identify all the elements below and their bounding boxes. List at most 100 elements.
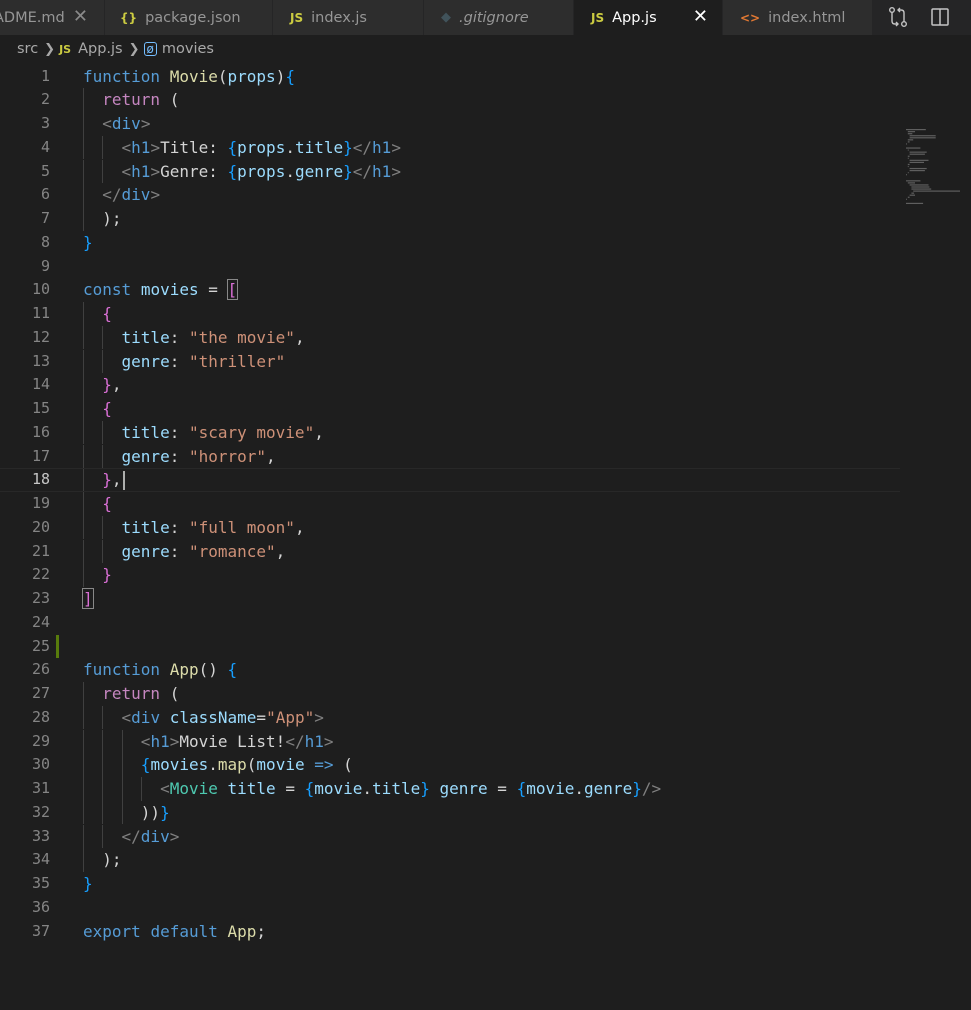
code-line[interactable]: 30 {movies.map(movie => ( xyxy=(0,753,900,777)
code-line[interactable]: 18 }, xyxy=(0,468,900,492)
split-editor-icon[interactable] xyxy=(929,6,951,28)
js-icon: JS xyxy=(59,42,72,56)
code-line[interactable]: 25 xyxy=(0,634,900,659)
code-line[interactable]: 20 title: "full moon", xyxy=(0,515,900,540)
code-text: { xyxy=(102,494,112,513)
code-line[interactable]: 3 <div> xyxy=(0,112,900,136)
code-line[interactable]: 17 genre: "horror", xyxy=(0,444,900,469)
code-line[interactable]: 35} xyxy=(0,872,900,896)
code-line[interactable]: 26 function App() { xyxy=(0,658,900,682)
breadcrumb-file[interactable]: App.js xyxy=(78,41,123,57)
tab-gitignore[interactable]: ◆ .gitignore xyxy=(424,0,574,35)
code-line[interactable]: 31 <Movie title = {movie.title} genre = … xyxy=(0,777,900,801)
code-line[interactable]: 34 ); xyxy=(0,848,900,872)
code-text: return ( xyxy=(102,90,180,110)
tab-app-js[interactable]: JS App.js ✕ xyxy=(574,0,723,35)
code-line[interactable]: 36 xyxy=(0,896,900,920)
code-line[interactable]: 6 </div> xyxy=(0,183,900,207)
code-line[interactable]: 2 return ( xyxy=(0,88,900,112)
code-line[interactable]: 8} xyxy=(0,231,900,255)
tab-label: index.js xyxy=(311,9,367,26)
code-line[interactable]: 22 } xyxy=(0,563,900,587)
code-line[interactable]: 14 }, xyxy=(0,373,900,397)
code-text: } xyxy=(102,565,112,585)
minimap-line xyxy=(907,157,909,159)
minimap-line xyxy=(909,159,929,161)
line-number: 31 xyxy=(31,779,50,797)
code-line[interactable]: 12 title: "the movie", xyxy=(0,325,900,350)
code-line[interactable]: 37 export default App; xyxy=(0,920,900,944)
tab-label: index.html xyxy=(768,9,846,26)
git-icon: ◆ xyxy=(441,10,451,25)
tab-label: package.json xyxy=(145,9,241,26)
line-number: 20 xyxy=(31,517,50,536)
code-line[interactable]: 24 xyxy=(0,611,900,635)
text-cursor xyxy=(122,471,125,491)
source-control-compare-icon[interactable] xyxy=(887,6,909,28)
line-number: 36 xyxy=(31,897,50,916)
minimap-line xyxy=(907,141,910,143)
minimap-line xyxy=(911,192,915,194)
minimap-line xyxy=(913,190,960,192)
code-line[interactable]: 33 </div> xyxy=(0,824,900,849)
close-icon[interactable]: ✕ xyxy=(693,7,708,27)
code-line[interactable]: 19 { xyxy=(0,492,900,516)
git-added-marker xyxy=(56,634,59,659)
code-text: {movies.map(movie => ( xyxy=(140,755,353,775)
chevron-right-icon: ❯ xyxy=(44,41,56,57)
line-number: 29 xyxy=(31,731,50,750)
minimap-line xyxy=(906,202,924,204)
line-number: 32 xyxy=(31,802,50,821)
code-line[interactable]: 23] xyxy=(0,587,900,611)
close-icon[interactable]: ✕ xyxy=(73,7,88,27)
code-text: function Movie(props){ xyxy=(83,66,295,86)
code-line[interactable]: 28 <div className="App"> xyxy=(0,705,900,730)
code-line[interactable]: 4 <h1>Title: {props.title}</h1> xyxy=(0,135,900,160)
code-line[interactable]: 16 title: "scary movie", xyxy=(0,420,900,445)
code-line[interactable]: 9 xyxy=(0,255,900,279)
minimap-line xyxy=(911,188,932,190)
code-line[interactable]: 15 { xyxy=(0,397,900,421)
code-line[interactable]: 32 ))} xyxy=(0,800,900,825)
code-line[interactable]: 27 return ( xyxy=(0,682,900,706)
line-number: 5 xyxy=(40,161,50,180)
code-line[interactable]: 13 genre: "thriller" xyxy=(0,349,900,374)
tab-index-js[interactable]: JS index.js xyxy=(273,0,424,35)
line-number: 8 xyxy=(40,232,50,251)
code-text: title: "full moon", xyxy=(121,517,305,537)
code-line[interactable]: 11 { xyxy=(0,302,900,326)
minimap-line xyxy=(907,133,913,135)
variable-symbol-icon: ø xyxy=(143,42,157,56)
line-number: 6 xyxy=(40,185,50,204)
code-text: }, xyxy=(83,469,125,491)
editor-actions xyxy=(873,0,971,35)
js-icon: JS xyxy=(290,10,304,25)
line-number: 9 xyxy=(40,256,50,275)
html-icon: <> xyxy=(740,10,761,25)
code-line[interactable]: 29 <h1>Movie List!</h1> xyxy=(0,729,900,754)
code-line[interactable]: 10 const movies = [ xyxy=(0,278,900,302)
code-editor[interactable]: 1 function Movie(props){2 return (3 <div>… xyxy=(0,63,971,947)
code-text: </div> xyxy=(102,185,161,205)
code-text: const movies = [ xyxy=(83,279,239,301)
tab-readme[interactable]: ADME.md ✕ xyxy=(0,0,105,35)
code-line[interactable]: 7 ); xyxy=(0,207,900,231)
code-text: <h1>Movie List!</h1> xyxy=(140,731,334,751)
line-number: 30 xyxy=(31,755,50,774)
minimap-line xyxy=(909,170,925,172)
minimap-line xyxy=(906,129,926,131)
code-line[interactable]: 1 function Movie(props){ xyxy=(0,65,900,89)
line-number: 21 xyxy=(31,541,50,560)
line-number: 25 xyxy=(31,636,50,655)
line-number: 11 xyxy=(31,304,50,322)
breadcrumb-folder[interactable]: src xyxy=(17,41,38,57)
tab-package-json[interactable]: {} package.json xyxy=(105,0,273,35)
code-text: <div> xyxy=(102,114,151,133)
line-number: 17 xyxy=(31,446,50,465)
breadcrumb-symbol[interactable]: movies xyxy=(162,41,214,57)
code-line[interactable]: 5 <h1>Genre: {props.genre}</h1> xyxy=(0,159,900,184)
code-line[interactable]: 21 genre: "romance", xyxy=(0,539,900,564)
minimap[interactable] xyxy=(895,126,971,1010)
code-text: } xyxy=(83,874,93,893)
tab-index-html[interactable]: <> index.html xyxy=(723,0,873,35)
